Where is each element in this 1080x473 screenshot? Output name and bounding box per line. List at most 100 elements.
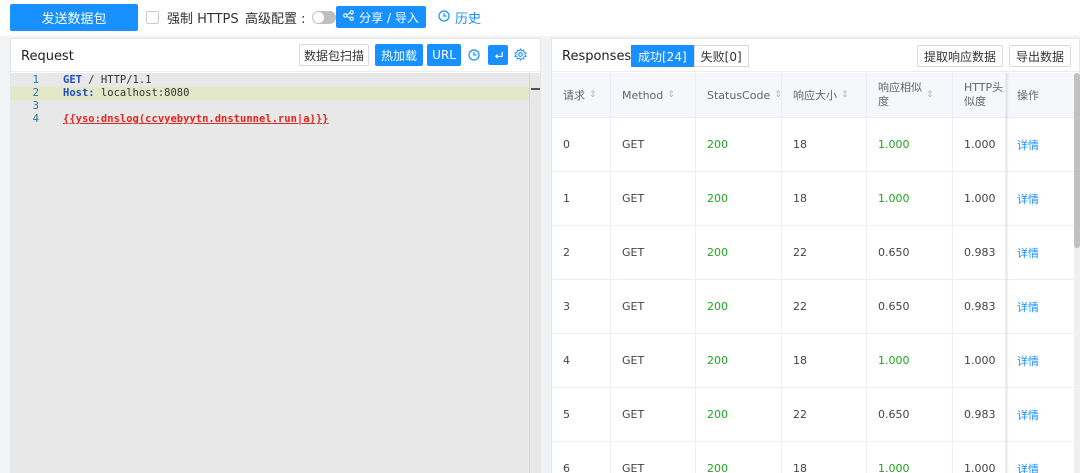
cell-response-size: 22 [782, 280, 867, 333]
force-https-checkbox[interactable] [146, 11, 159, 24]
share-icon [343, 10, 355, 24]
table-row[interactable]: 2 GET 200 22 0.650 0.983 详情 [552, 226, 1074, 280]
cell-method: GET [611, 118, 696, 171]
cell-response-similarity: 1.000 [867, 442, 953, 473]
column-response-size[interactable]: 响应大小 ⇕ [782, 73, 867, 117]
table-header-row: 请求 ⇕ Method ⇕ StatusCode ⇕ 响应大小 ⇕ 响应相似度 ⇕ HTT… [552, 73, 1074, 118]
line-number: 3 [32, 100, 39, 112]
sort-icon[interactable]: ⇕ [926, 90, 934, 100]
cell-response-similarity: 1.000 [867, 118, 953, 171]
sort-icon[interactable]: ⇕ [774, 90, 782, 100]
history-label: 历史 [455, 12, 482, 27]
history-button[interactable]: 历史 [438, 8, 481, 27]
header-value-text: localhost:8080 [94, 87, 190, 99]
editor-line: 4 {{yso:dnslog(ccvyebyytn.dnstunnel.run|… [11, 113, 529, 126]
table-row[interactable]: 6 GET 200 18 1.000 1.000 详情 [552, 442, 1074, 473]
cell-response-size: 18 [782, 172, 867, 225]
cell-response-size: 18 [782, 334, 867, 387]
details-link[interactable]: 详情 [1006, 280, 1074, 333]
details-link[interactable]: 详情 [1006, 388, 1074, 441]
details-link[interactable]: 详情 [1006, 334, 1074, 387]
cell-status-code: 200 [696, 172, 782, 225]
share-import-label: 分享 / 导入 [359, 10, 419, 25]
share-import-button[interactable]: 分享 / 导入 [336, 6, 426, 28]
packet-scan-button[interactable]: 数据包扫描 [299, 44, 369, 66]
cell-status-code: 200 [696, 226, 782, 279]
line-number: 1 [32, 74, 39, 86]
scrollbar-thumb[interactable] [1074, 73, 1080, 248]
editor-line-active: 2 Host: localhost:8080 [11, 87, 529, 100]
cell-response-size: 22 [782, 388, 867, 441]
vertical-scrollbar[interactable] [1074, 73, 1080, 473]
cell-request-id: 4 [552, 334, 611, 387]
method-token: GET [63, 74, 82, 86]
sort-icon[interactable]: ⇕ [841, 90, 849, 100]
column-actions: 操作 [1017, 89, 1039, 102]
cell-request-id: 2 [552, 226, 611, 279]
cell-header-similarity: 1.000 [953, 172, 1006, 225]
gear-icon[interactable] [514, 47, 527, 64]
cell-request-id: 6 [552, 442, 611, 473]
cell-response-size: 18 [782, 118, 867, 171]
cell-method: GET [611, 226, 696, 279]
clock-icon[interactable] [468, 49, 480, 64]
cell-header-similarity: 1.000 [953, 334, 1006, 387]
table-row[interactable]: 4 GET 200 18 1.000 1.000 详情 [552, 334, 1074, 388]
line-number: 4 [32, 113, 39, 125]
cell-header-similarity: 0.983 [953, 388, 1006, 441]
hot-load-button[interactable]: 热加载 [375, 44, 423, 66]
responses-title: Responses [562, 49, 632, 64]
table-row[interactable]: 3 GET 200 22 0.650 0.983 详情 [552, 280, 1074, 334]
details-link[interactable]: 详情 [1006, 172, 1074, 225]
cell-response-similarity: 0.650 [867, 280, 953, 333]
details-link[interactable]: 详情 [1006, 118, 1074, 171]
editor-line: 1 GET / HTTP/1.1 [11, 74, 529, 87]
cell-method: GET [611, 442, 696, 473]
advanced-config-label: 高级配置 : [245, 12, 306, 27]
force-https-option[interactable]: 强制 HTTPS [146, 8, 239, 27]
advanced-config: 高级配置 : [245, 8, 336, 27]
details-link[interactable]: 详情 [1006, 442, 1074, 473]
cell-status-code: 200 [696, 118, 782, 171]
extract-response-button[interactable]: 提取响应数据 [917, 45, 1003, 67]
cell-status-code: 200 [696, 280, 782, 333]
cell-method: GET [611, 388, 696, 441]
fixed-column-shadow [1006, 73, 1009, 473]
cell-response-similarity: 1.000 [867, 334, 953, 387]
url-button[interactable]: URL [427, 44, 461, 66]
cell-request-id: 3 [552, 280, 611, 333]
cell-method: GET [611, 334, 696, 387]
send-packet-button[interactable]: 发送数据包 [10, 4, 138, 31]
table-body: 0 GET 200 18 1.000 1.000 详情 1 GET 200 18 1.000 1.000… [552, 118, 1074, 473]
responses-table: 请求 ⇕ Method ⇕ StatusCode ⇕ 响应大小 ⇕ 响应相似度 ⇕ HTT… [552, 73, 1074, 473]
tab-fail[interactable]: 失败[0] [693, 45, 749, 67]
cell-method: GET [611, 280, 696, 333]
cell-response-size: 22 [782, 226, 867, 279]
request-editor[interactable]: 1 GET / HTTP/1.1 2 Host: localhost:8080 … [11, 73, 540, 473]
clock-icon [438, 9, 450, 26]
line-number: 2 [32, 87, 39, 99]
sort-icon[interactable]: ⇕ [589, 90, 597, 100]
cell-request-id: 1 [552, 172, 611, 225]
table-row[interactable]: 0 GET 200 18 1.000 1.000 详情 [552, 118, 1074, 172]
details-link[interactable]: 详情 [1006, 226, 1074, 279]
table-row[interactable]: 1 GET 200 18 1.000 1.000 详情 [552, 172, 1074, 226]
column-request[interactable]: 请求 ⇕ [552, 73, 611, 117]
request-line-text: / HTTP/1.1 [81, 74, 152, 86]
tab-success[interactable]: 成功[24] [631, 45, 694, 67]
sort-icon[interactable]: ⇕ [667, 90, 675, 100]
cell-method: GET [611, 172, 696, 225]
editor-cursor-marker [531, 88, 540, 90]
cell-header-similarity: 1.000 [953, 442, 1006, 473]
table-row[interactable]: 5 GET 200 22 0.650 0.983 详情 [552, 388, 1074, 442]
cell-request-id: 0 [552, 118, 611, 171]
column-header-similarity[interactable]: HTTP头 似度 [953, 73, 1006, 117]
cell-status-code: 200 [696, 334, 782, 387]
enter-icon[interactable] [488, 45, 508, 65]
editor-line: 3 [11, 100, 529, 113]
column-method[interactable]: Method ⇕ [611, 73, 696, 117]
column-status-code[interactable]: StatusCode ⇕ [696, 73, 782, 117]
advanced-config-toggle[interactable] [311, 11, 336, 24]
export-data-button[interactable]: 导出数据 [1009, 45, 1071, 67]
column-response-similarity[interactable]: 响应相似度 ⇕ [867, 73, 953, 117]
